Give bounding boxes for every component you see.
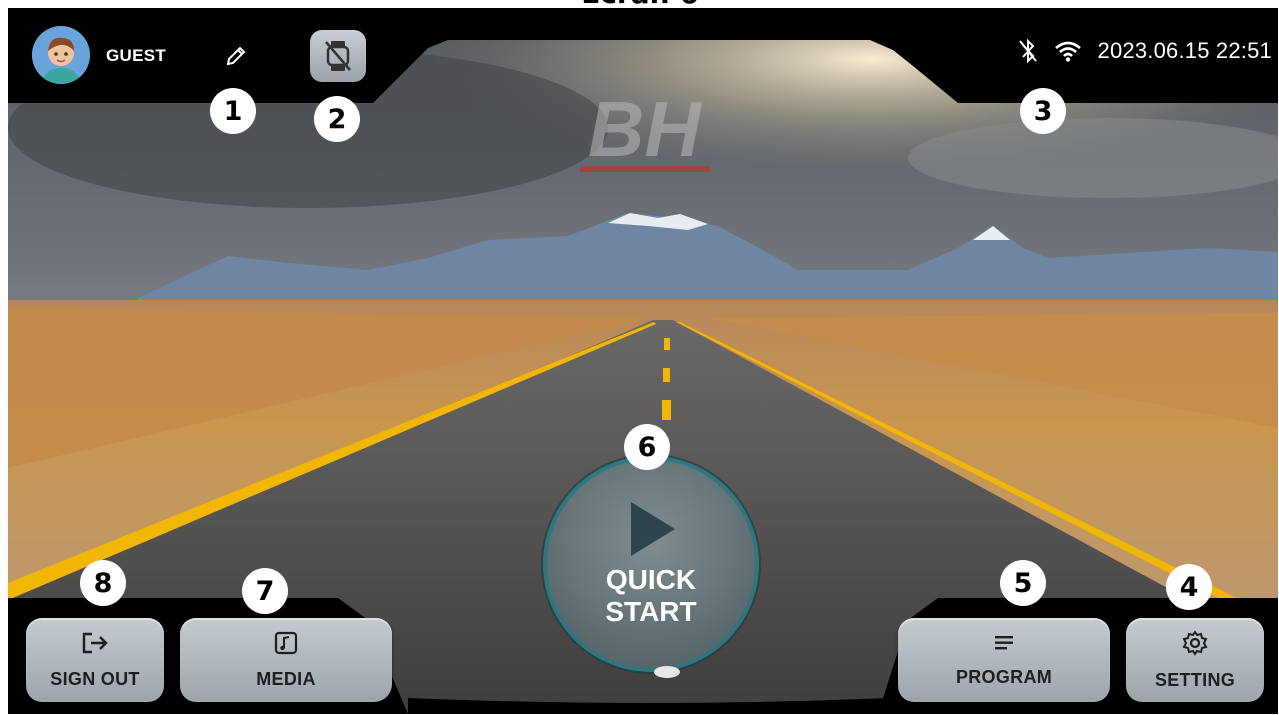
play-icon — [631, 502, 675, 556]
media-button[interactable]: MEDIA — [180, 618, 392, 702]
callout-marker-7: 7 — [242, 568, 288, 614]
callout-marker-5: 5 — [1000, 560, 1046, 606]
wearable-connect-button[interactable] — [310, 30, 366, 82]
list-icon — [995, 635, 1013, 649]
gear-icon — [1182, 629, 1208, 656]
program-button[interactable]: PROGRAM — [898, 618, 1110, 702]
callout-marker-6: 6 — [624, 424, 670, 470]
page-caption: Écran 6 — [520, 0, 760, 8]
brand-logo: BH — [588, 85, 702, 173]
sensor-indicator — [654, 666, 680, 678]
callout-marker-1: 1 — [210, 88, 256, 134]
console-screen: BH GUEST 2023.06.15 22:51 QUICK START SI… — [8, 8, 1278, 714]
callout-marker-3: 3 — [1020, 88, 1066, 134]
edit-profile-pencil-icon[interactable] — [224, 44, 248, 68]
screen-frame: Écran 6 — [0, 0, 1279, 715]
setting-button[interactable]: SETTING — [1126, 618, 1264, 702]
setting-label: SETTING — [1154, 669, 1236, 690]
callout-marker-2: 2 — [314, 96, 360, 142]
avatar[interactable] — [32, 26, 90, 84]
date-time: 2023.06.15 22:51 — [1097, 38, 1272, 63]
callout-marker-8: 8 — [80, 560, 126, 606]
callout-marker-4: 4 — [1166, 564, 1212, 610]
wifi-icon[interactable] — [1054, 40, 1082, 62]
username: GUEST — [106, 46, 167, 65]
quick-start-button[interactable]: QUICK START — [543, 456, 759, 672]
sign-out-button[interactable]: SIGN OUT — [26, 618, 164, 702]
bluetooth-off-icon[interactable] — [1018, 38, 1038, 64]
media-label: MEDIA — [256, 668, 316, 689]
program-label: PROGRAM — [955, 666, 1053, 687]
sign-out-icon — [82, 632, 108, 653]
quick-start-label: QUICK START — [605, 564, 697, 627]
sign-out-label: SIGN OUT — [50, 668, 140, 689]
status-area: 2023.06.15 22:51 — [1018, 38, 1272, 64]
music-note-icon — [274, 631, 298, 654]
watch-off-icon — [325, 41, 351, 71]
